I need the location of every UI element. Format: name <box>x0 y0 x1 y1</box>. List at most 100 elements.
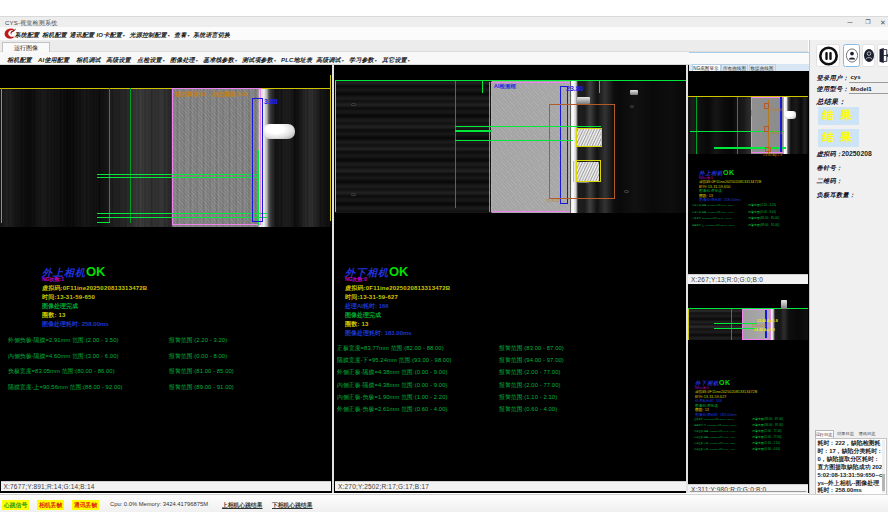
electrode-tab-blob <box>784 111 797 120</box>
ng-view-lower[interactable]: 23.40 Ag:1.8 1.90,0.52 23.40 Ag:1.8 外下相机… <box>688 285 808 485</box>
tab-count-label: 负极耳数量： <box>817 191 856 200</box>
log-scrollbar[interactable] <box>882 440 885 493</box>
alarm-range: 报警范围:(94.00 - 97.00) <box>499 356 564 365</box>
tool-learning-params[interactable]: 学习参数 <box>349 56 377 65</box>
ng-view-upper[interactable]: 1.45,0.60 1.28,0.52 23.40 Ag:1.8 外上相机OK … <box>688 71 808 275</box>
baseline-vertical <box>737 97 738 154</box>
barcode-line: 虚拟码:0F11ine2025020813313472B <box>345 284 450 293</box>
model-value[interactable]: Model1 <box>851 85 872 92</box>
tool-test-item-params[interactable]: 测试项参数 <box>242 56 276 65</box>
menu-item-camera-config[interactable]: 相机配置 <box>42 31 67 40</box>
tab-data-curves[interactable]: 数据曲线图 <box>749 64 776 71</box>
user-manage-button[interactable] <box>862 44 875 68</box>
title-bar: CYS-视觉检测系统 ─ ❐ ✕ <box>0 16 888 27</box>
alarm-range: 报警范围:(89.00 - 91.00) <box>748 224 779 227</box>
roi-line-horizontal <box>335 80 686 81</box>
ng-tabs: NG底图显示 所有曲线图 数据曲线图 <box>689 64 809 72</box>
alarm-range: 报警范围:(2.00 - 77.00) <box>499 368 561 377</box>
tool-image-processing[interactable]: 图像处理 <box>170 56 198 65</box>
scrollbar-thumb[interactable] <box>690 491 806 492</box>
defect-box-3 <box>765 147 771 153</box>
metal-highlight <box>577 97 590 104</box>
tab-ng-image-display[interactable]: NG底图显示 <box>692 64 721 71</box>
tab-result-log[interactable]: 结果日志 <box>836 430 855 438</box>
tab-run-log[interactable]: 运行日志 <box>815 430 834 438</box>
alarm-range: 报警范围:(2.00 - 77.00) <box>752 436 782 439</box>
process-time-line: 图像处理耗时: 183.00ms <box>695 412 737 417</box>
measure-line-h5 <box>97 222 110 223</box>
tool-ai-use-config[interactable]: AI使用配置 <box>38 56 69 65</box>
ng-count: NG次数:0 <box>345 276 367 282</box>
time-line: 时间:13-31-59-627 <box>345 293 398 302</box>
menu-item-comm-config[interactable]: 通讯配置 <box>70 31 95 40</box>
toolbar: 相机配置 AI使用配置 相机调试 高级设置 点检设置 图像处理 基准线参数 测试… <box>0 52 808 65</box>
comm-dropframe-badge: 通讯丢帧 <box>72 500 99 510</box>
pause-button[interactable] <box>816 44 841 68</box>
tab-run-image[interactable]: 运行图像 <box>2 42 50 53</box>
measure-line-h2 <box>97 177 259 178</box>
alarm-range: 报警范围:(89.00 - 91.00) <box>169 383 234 392</box>
metal-highlight <box>781 300 787 309</box>
tab-all-curves[interactable]: 所有曲线图 <box>721 64 748 71</box>
measurement-row: 负极宽度=83.05mm 范围:(80.00 - 86.00) <box>692 217 732 219</box>
screw-dot <box>630 105 634 108</box>
scrollbar-thumb[interactable] <box>882 474 885 491</box>
alarm-range: 报警范围:(83.00 - 87.00) <box>752 418 783 421</box>
screw-dot <box>351 193 356 197</box>
menu-item-language-switch[interactable]: 系统语言切换 <box>193 31 230 40</box>
heartbeat-badge: 心跳信号 <box>2 500 29 510</box>
left-view-statusbar: X:7677;Y:891;R:14;G:14;B:14 <box>1 481 332 491</box>
lower-camera-heartbeat-link[interactable]: 下相机心跳结果 <box>272 501 313 510</box>
minimize-button[interactable]: ─ <box>843 18 857 27</box>
tool-camera-debug[interactable]: 相机调试 <box>76 56 101 65</box>
middle-camera-view[interactable]: AI检测框 23.80 TL:9.42 外下相机OK NG次数:0 虚拟码:0F… <box>334 65 686 494</box>
tool-other-settings[interactable]: 其它设置 <box>382 56 410 65</box>
measure-line-h1 <box>455 126 601 127</box>
menu-item-view[interactable]: 查看 <box>174 31 190 40</box>
control-panel: 登录用户： cys 使用型号： Model1 总结果： 结 果 结 果 虚拟码：… <box>809 40 888 512</box>
maximize-button[interactable]: ❐ <box>861 18 875 27</box>
barcode-label: 虚拟码： <box>817 150 843 159</box>
tab-strip: 运行图像 <box>0 40 808 52</box>
measure-line-h <box>714 328 757 329</box>
log-output[interactable]: 耗时：222，缺陷检测耗时：17，缺陷分类耗时：0，缺陷提取分区耗时：直方图提取… <box>815 438 887 495</box>
upper-ng-statusbar: X:267;Y:13;R:0;G:0;B:0 <box>688 274 808 284</box>
alarm-range: 报警范围:(2.00 - 77.00) <box>752 430 782 433</box>
user-login-button[interactable] <box>843 44 860 68</box>
tool-spot-check[interactable]: 点检设置 <box>137 56 165 65</box>
left-camera-view[interactable]: 静态阈值:93，动态阈值:100 3.88 外上相机OK NG次数:1 虚拟码:… <box>0 65 332 494</box>
result-ok: OK <box>719 379 731 386</box>
alarm-range: 报警范围:(0.60 - 4.00) <box>499 405 557 414</box>
menu-item-io-card-config[interactable]: IO卡配置 <box>97 31 126 40</box>
blue-detect-line <box>780 97 782 152</box>
process-time-line: 图像处理耗时: 258.00ms <box>699 197 741 202</box>
exit-button[interactable] <box>877 44 888 68</box>
threshold-label: 静态阈值:93，动态阈值:100 <box>175 90 247 99</box>
qrcode-label: 二维码： <box>817 177 843 186</box>
edge-tick <box>482 80 483 93</box>
tool-advanced-debug[interactable]: 高级调试 <box>316 56 344 65</box>
roi-line-horizontal <box>688 96 808 97</box>
measurement-row: 隔膜宽度-上=90.56mm 范围:(88.00 - 92.00) <box>8 383 123 392</box>
menu-item-system-config[interactable]: 系统配置 <box>15 31 40 40</box>
upper-camera-heartbeat-link[interactable]: 上相机心跳结果 <box>222 501 263 510</box>
measure-line-h3 <box>97 213 268 214</box>
process-time-line: 图像处理耗时: 183.00ms <box>345 329 412 338</box>
pause-icon <box>817 45 840 67</box>
tool-camera-config[interactable]: 相机配置 <box>7 56 32 65</box>
tool-advanced-settings[interactable]: 高级设置 <box>106 56 131 65</box>
tab-detect-box-2 <box>576 160 601 182</box>
measurement-row: 外侧负极-隔膜=2.91mm 范围:(2.00 - 3.50) <box>8 336 119 345</box>
ng-display-column: 1.45,0.60 1.28,0.52 23.40 Ag:1.8 外上相机OK … <box>688 65 809 494</box>
time-line: 时间:13-31-59-650 <box>42 293 95 302</box>
alarm-range: 报警范围:(81.00 - 85.00) <box>748 217 779 220</box>
tab-comm-log[interactable]: 通讯日志 <box>858 430 877 438</box>
edge-tick <box>599 80 600 93</box>
close-button[interactable]: ✕ <box>876 18 888 27</box>
measurement-row: 隔膜宽度-下=95.24mm 范围:(93.00 - 98.00) <box>337 356 452 365</box>
tool-plc-address-table[interactable]: PLC地址表 <box>281 56 312 65</box>
menu-item-light-control-config[interactable]: 光源控制配置 <box>130 31 170 40</box>
defect-label-yellow: 23.40 Ag:1.8 <box>754 328 775 332</box>
ng-tabs-container <box>689 52 809 65</box>
tool-baseline-params[interactable]: 基准线参数 <box>203 56 237 65</box>
